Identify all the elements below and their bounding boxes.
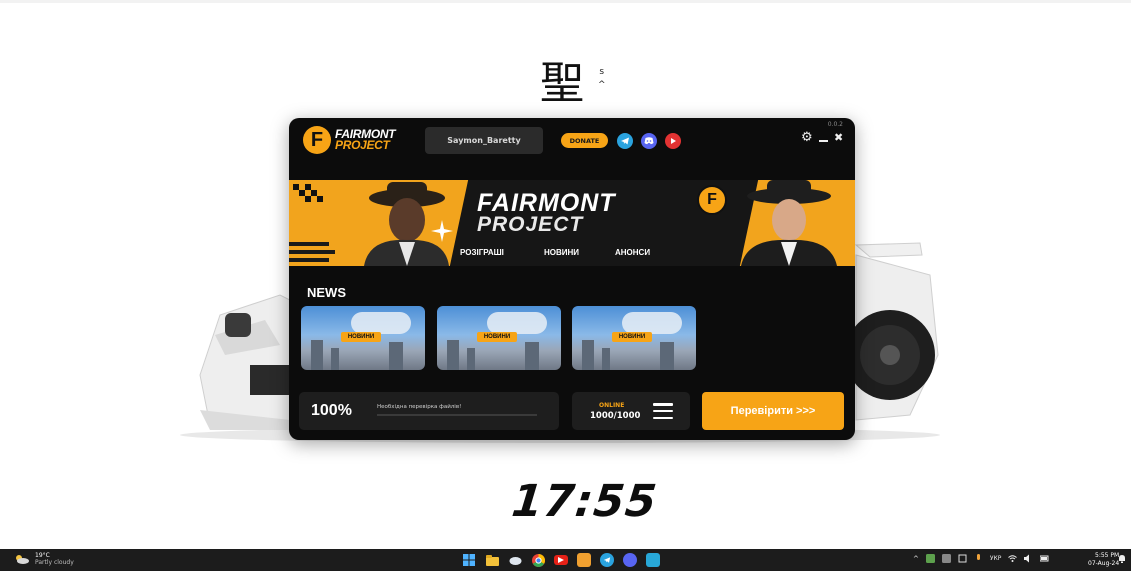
- weather-widget[interactable]: 19°C Partly cloudy: [14, 552, 74, 566]
- kanji-side-top: s: [599, 67, 605, 77]
- card-tower: [467, 348, 475, 370]
- system-tray: ^ УКР: [913, 554, 1049, 563]
- weather-temperature: 19°C: [35, 552, 50, 559]
- online-count: 1000/1000: [590, 411, 641, 421]
- news-card-tag: НОВИНИ: [612, 332, 652, 342]
- taskbar: 19°C Partly cloudy ^ УКР 5:55 PM 07-Aug-…: [0, 549, 1131, 571]
- files-icon[interactable]: [577, 553, 591, 567]
- card-tower: [525, 342, 539, 370]
- online-panel: ONLINE 1000/1000: [572, 392, 690, 430]
- news-card[interactable]: НОВИНИ: [437, 306, 561, 370]
- tray-app-icon[interactable]: [925, 554, 935, 563]
- check-files-button[interactable]: Перевірити >>>: [702, 392, 844, 430]
- discord-icon[interactable]: [641, 133, 657, 149]
- minimize-button[interactable]: [819, 140, 828, 142]
- chrome-icon[interactable]: [531, 553, 545, 567]
- card-tower: [311, 340, 323, 370]
- banner-chip-giveaways[interactable]: РОЗІГРАШІ: [460, 248, 504, 257]
- telegram-app-icon[interactable]: [600, 553, 614, 567]
- sparkle-icon: [431, 220, 453, 242]
- taskbar-pinned-apps: [462, 553, 660, 567]
- progress-bar-fill: [377, 414, 537, 416]
- weather-widget-icon[interactable]: [508, 553, 522, 567]
- banner-checker: [293, 184, 323, 202]
- banner-title-line2: PROJECT: [477, 213, 584, 236]
- card-cloud: [351, 312, 411, 334]
- hamburger-menu-icon[interactable]: [653, 403, 673, 419]
- card-cloud: [622, 312, 682, 334]
- banner-chip-announcements[interactable]: АНОНСИ: [615, 248, 650, 257]
- donate-button[interactable]: DONATE: [561, 133, 608, 148]
- banner-title: FAIRMONT PROJECT: [477, 189, 616, 236]
- launcher-window: 0.0.2 F FAIRMONT PROJECT Saymon_Baretty …: [289, 118, 855, 440]
- taskbar-date: 07-Aug-24: [1088, 560, 1120, 567]
- update-progress-panel: 100% Необхідна перевірка файлів!: [299, 392, 559, 430]
- progress-status: Необхідна перевірка файлів!: [377, 404, 462, 410]
- progress-bar: [377, 414, 537, 416]
- tray-app-icon[interactable]: [941, 554, 951, 563]
- card-cloud: [487, 312, 547, 334]
- promo-banner[interactable]: FAIRMONT PROJECT F РОЗІГРАШІ НОВИНИ АНОН…: [289, 180, 855, 266]
- fairmont-logo: F FAIRMONT PROJECT: [303, 126, 396, 154]
- card-tower: [447, 340, 459, 370]
- card-tower: [602, 348, 610, 370]
- news-heading: NEWS: [307, 285, 346, 300]
- logo-badge: F: [303, 126, 331, 154]
- news-card[interactable]: НОВИНИ: [301, 306, 425, 370]
- banner-character-right: [741, 180, 837, 266]
- logo-line2: PROJECT: [335, 138, 390, 152]
- username-field[interactable]: Saymon_Baretty: [425, 127, 543, 154]
- card-tower: [331, 348, 339, 370]
- news-card[interactable]: НОВИНИ: [572, 306, 696, 370]
- partly-cloudy-icon: [16, 555, 29, 564]
- chevron-up-icon[interactable]: ^: [913, 555, 919, 563]
- youtube-icon[interactable]: [665, 133, 681, 149]
- online-label: ONLINE: [599, 402, 625, 409]
- taskbar-time: 5:55 PM: [1095, 552, 1120, 559]
- news-card-tag: НОВИНИ: [477, 332, 517, 342]
- start-icon[interactable]: [462, 553, 476, 567]
- taskbar-clock[interactable]: 5:55 PM 07-Aug-24: [1088, 552, 1119, 568]
- banner-title-line1: FAIRMONT: [477, 189, 616, 217]
- version-label: 0.0.2: [827, 121, 843, 128]
- discord-app-icon[interactable]: [623, 553, 637, 567]
- banner-f-badge: F: [697, 185, 727, 215]
- file-explorer-icon[interactable]: [485, 553, 499, 567]
- card-tower: [389, 342, 403, 370]
- battery-icon[interactable]: [1040, 554, 1049, 563]
- close-button[interactable]: ✖: [834, 131, 843, 144]
- tray-app-icon[interactable]: [958, 554, 967, 563]
- card-tower: [660, 342, 674, 370]
- volume-icon[interactable]: [1024, 554, 1033, 563]
- banner-stripes: [289, 242, 335, 262]
- desktop-clock: 17:55: [509, 476, 660, 527]
- progress-percent: 100%: [311, 402, 352, 419]
- desktop-kanji: 聖: [540, 58, 584, 109]
- banner-chip-news[interactable]: НОВИНИ: [544, 248, 579, 257]
- weather-condition: Partly cloudy: [35, 559, 74, 566]
- language-indicator[interactable]: УКР: [990, 555, 1002, 562]
- news-card-tag: НОВИНИ: [341, 332, 381, 342]
- logo-text: FAIRMONT PROJECT: [335, 128, 396, 152]
- youtube-app-icon[interactable]: [554, 555, 568, 565]
- kanji-side-bottom: ^: [598, 80, 606, 90]
- notification-bell-icon[interactable]: [1118, 555, 1126, 563]
- desktop-kanji-side: s ^: [598, 66, 606, 92]
- settings-gear-icon[interactable]: ⚙: [801, 130, 813, 145]
- wifi-icon[interactable]: [1008, 554, 1018, 563]
- top-edge: [0, 0, 1131, 3]
- card-tower: [582, 340, 594, 370]
- telegram-icon[interactable]: [617, 133, 633, 149]
- store-icon[interactable]: [646, 553, 660, 567]
- microphone-icon[interactable]: [974, 554, 983, 563]
